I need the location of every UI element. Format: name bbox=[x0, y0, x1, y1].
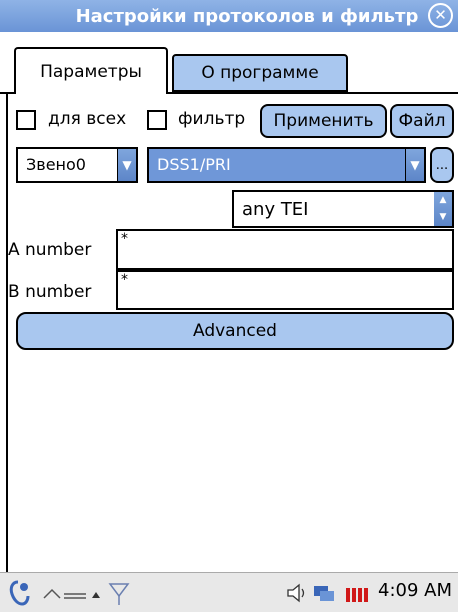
apply-button-label: Применить bbox=[273, 111, 374, 131]
file-button-label: Файл bbox=[398, 111, 446, 131]
chevron-down-icon: ▼ bbox=[405, 149, 424, 181]
keyboard-icon[interactable] bbox=[42, 586, 102, 602]
tei-value: any TEI bbox=[242, 198, 309, 220]
advanced-button-label: Advanced bbox=[193, 321, 277, 341]
protocol-select-value: DSS1/PRI bbox=[157, 155, 231, 174]
taskbar-clock[interactable]: 4:09 AM bbox=[378, 580, 452, 601]
filter-checkbox[interactable] bbox=[147, 110, 167, 130]
b-number-value: * bbox=[121, 272, 128, 288]
b-number-label: B number bbox=[8, 282, 92, 302]
link-select-value: Звено0 bbox=[26, 155, 86, 174]
file-button[interactable]: Файл bbox=[390, 104, 454, 138]
more-button-label: ... bbox=[435, 157, 449, 173]
start-icon[interactable] bbox=[8, 578, 34, 606]
a-number-value: * bbox=[121, 231, 128, 247]
advanced-button[interactable]: Advanced bbox=[16, 312, 454, 350]
a-number-field[interactable]: * bbox=[116, 229, 454, 270]
spin-arrows-icon[interactable]: ▲ ▼ bbox=[434, 192, 452, 226]
connection-icon[interactable] bbox=[312, 582, 336, 604]
more-button[interactable]: ... bbox=[430, 147, 454, 183]
chevron-down-icon: ▼ bbox=[117, 149, 136, 181]
tab-parameters[interactable]: Параметры bbox=[14, 47, 168, 94]
tab-about[interactable]: О программе bbox=[172, 54, 348, 92]
a-number-label: A number bbox=[8, 240, 92, 260]
panel-border bbox=[6, 92, 8, 572]
b-number-field[interactable]: * bbox=[116, 270, 454, 310]
antenna-icon[interactable] bbox=[108, 582, 130, 606]
all-checkbox-label: для всех bbox=[48, 109, 127, 129]
link-select[interactable]: Звено0 ▼ bbox=[16, 147, 138, 183]
battery-icon[interactable] bbox=[346, 586, 370, 602]
tab-about-label: О программе bbox=[201, 63, 319, 83]
all-checkbox[interactable] bbox=[16, 110, 36, 130]
title-bar: Настройки протоколов и фильтр bbox=[0, 0, 458, 32]
volume-icon[interactable] bbox=[286, 582, 310, 604]
protocol-select[interactable]: DSS1/PRI ▼ bbox=[147, 147, 426, 183]
close-icon[interactable]: ✕ bbox=[428, 3, 453, 28]
tei-spinner[interactable]: any TEI ▲ ▼ bbox=[232, 190, 454, 228]
apply-button[interactable]: Применить bbox=[260, 104, 387, 138]
filter-checkbox-label: фильтр bbox=[178, 109, 246, 129]
window-title: Настройки протоколов и фильтр bbox=[75, 5, 419, 27]
tab-parameters-label: Параметры bbox=[40, 61, 142, 82]
